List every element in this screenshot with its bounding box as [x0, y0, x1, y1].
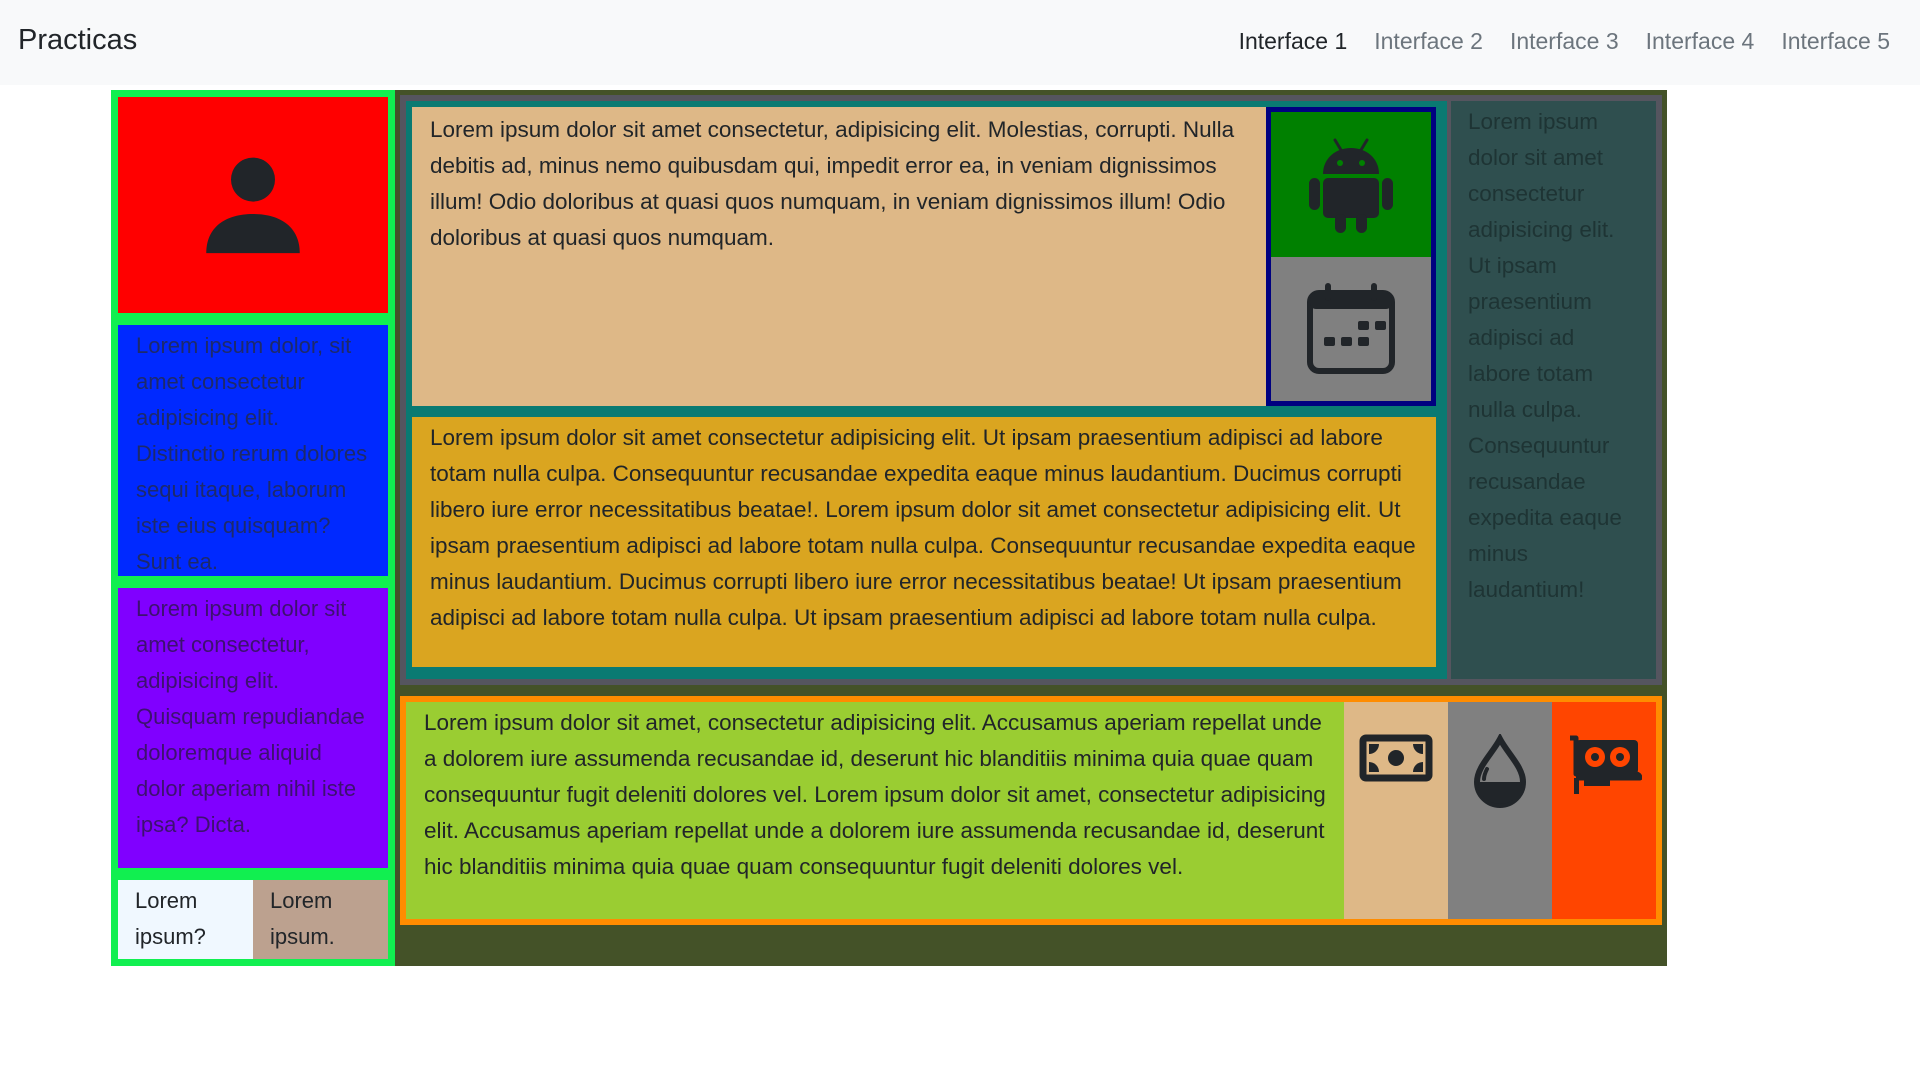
- lime-text-box: Lorem ipsum dolor sit amet, consectetur …: [406, 702, 1344, 919]
- calendar-icon: [1307, 283, 1395, 374]
- slate-text: Lorem ipsum dolor sit amet consectetur a…: [1468, 109, 1622, 602]
- gpu-card-icon: [1570, 735, 1642, 794]
- blue-text-box: Lorem ipsum dolor, sit amet consectetur …: [118, 325, 388, 576]
- nav-link-interface-5[interactable]: Interface 5: [1781, 28, 1890, 55]
- nav-links: Interface 1 Interface 2 Interface 3 Inte…: [1212, 28, 1890, 55]
- cash-icon: [1359, 734, 1433, 782]
- navbar-brand[interactable]: Practicas: [18, 24, 137, 57]
- android-icon: [1309, 138, 1393, 233]
- tan-text: Lorem ipsum dolor sit amet consectetur, …: [430, 117, 1235, 250]
- person-fill-icon: [206, 157, 300, 254]
- blue-text: Lorem ipsum dolor, sit amet consectetur …: [136, 333, 368, 574]
- purple-text: Lorem ipsum dolor sit amet consectetur, …: [136, 596, 365, 837]
- main-area: Lorem ipsum dolor sit amet consectetur, …: [395, 90, 1667, 966]
- tan-text-box: Lorem ipsum dolor sit amet consectetur, …: [412, 107, 1266, 406]
- gold-text-box: Lorem ipsum dolor sit amet consectetur a…: [412, 417, 1436, 667]
- droplet-tile: [1448, 702, 1552, 919]
- nav-link-interface-2[interactable]: Interface 2: [1374, 28, 1483, 55]
- nav-link-interface-4[interactable]: Interface 4: [1646, 28, 1755, 55]
- cash-tile: [1344, 702, 1448, 919]
- nav-link-interface-1[interactable]: Interface 1: [1239, 28, 1348, 55]
- pair-a-text: Lorem ipsum?: [118, 880, 253, 959]
- calendar-tile: [1271, 257, 1431, 401]
- purple-text-box: Lorem ipsum dolor sit amet consectetur, …: [118, 588, 388, 868]
- navbar: Practicas Interface 1 Interface 2 Interf…: [0, 0, 1920, 85]
- android-tile: [1271, 112, 1431, 257]
- droplet-half-icon: [1473, 734, 1527, 808]
- lime-text: Lorem ipsum dolor sit amet, consectetur …: [424, 710, 1326, 879]
- gpu-tile: [1552, 702, 1656, 919]
- page-layout: Lorem ipsum dolor, sit amet consectetur …: [111, 90, 1667, 966]
- gold-text: Lorem ipsum dolor sit amet consectetur a…: [430, 425, 1416, 630]
- avatar-box: [118, 97, 388, 313]
- bottom-pair: Lorem ipsum? Lorem ipsum.: [118, 880, 388, 959]
- nav-link-interface-3[interactable]: Interface 3: [1510, 28, 1619, 55]
- upper-section: Lorem ipsum dolor sit amet consectetur, …: [400, 95, 1662, 685]
- lower-section: Lorem ipsum dolor sit amet, consectetur …: [400, 696, 1662, 925]
- left-column: Lorem ipsum dolor, sit amet consectetur …: [111, 90, 395, 966]
- slate-text-box: Lorem ipsum dolor sit amet consectetur a…: [1447, 101, 1656, 679]
- pair-b-text: Lorem ipsum.: [253, 880, 388, 959]
- icon-column: [1266, 107, 1436, 406]
